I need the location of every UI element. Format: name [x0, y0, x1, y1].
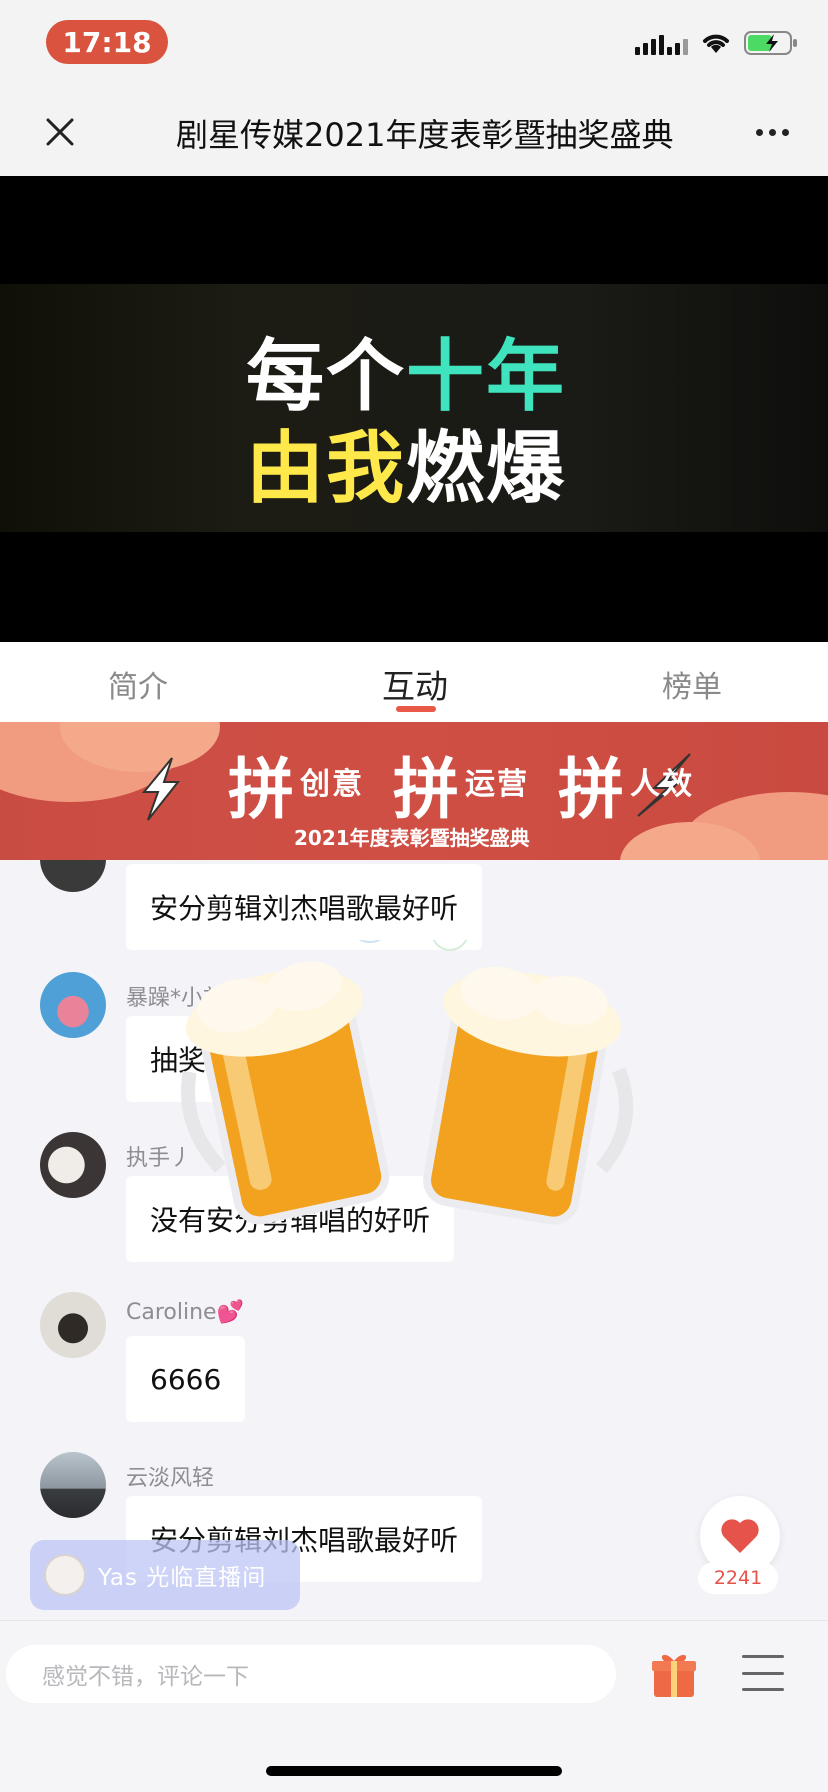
status-time: 17:18: [46, 20, 168, 64]
status-bar: 17:18: [0, 0, 828, 88]
chat-bubble: 6666: [126, 1336, 246, 1422]
tab-interaction[interactable]: 互动: [382, 660, 448, 708]
video-player[interactable]: 每个十年 由我燃爆: [0, 176, 828, 642]
close-icon[interactable]: [36, 108, 84, 156]
avatar[interactable]: [40, 972, 106, 1038]
chat-username: Caroline💕: [126, 1300, 244, 1325]
event-banner[interactable]: 拼创意 拼运营 拼人效 2021年度表彰暨抽奖盛典: [0, 722, 828, 860]
tab-active-indicator: [396, 706, 436, 712]
signal-icon: [635, 31, 688, 55]
welcome-text: Yas 光临直播间: [98, 1565, 267, 1591]
status-icons: [635, 30, 798, 56]
avatar[interactable]: [40, 1132, 106, 1198]
avatar[interactable]: [40, 1292, 106, 1358]
tab-intro[interactable]: 简介: [108, 662, 168, 706]
menu-icon[interactable]: [742, 1655, 784, 1691]
wifi-icon: [703, 34, 729, 53]
welcome-toast: Yas 光临直播间: [30, 1540, 300, 1610]
banner-slogan: 拼创意 拼运营 拼人效: [228, 751, 694, 828]
beer-cheers-animation: [180, 940, 634, 1225]
tab-bar: 简介 互动 榜单: [0, 642, 828, 722]
avatar: [44, 1554, 86, 1596]
live-stream-screen: 17:18 剧星传媒2021年度表彰暨抽奖盛典 每个十年 由我燃爆 简介 互动 …: [0, 0, 828, 1792]
heart-icon: [721, 1519, 759, 1553]
chat-bubble: 安分剪辑刘杰唱歌最好听: [126, 864, 483, 950]
home-indicator: [266, 1766, 562, 1776]
avatar[interactable]: [40, 860, 106, 892]
chat-username: 云淡风轻: [126, 1466, 215, 1491]
comment-input[interactable]: 感觉不错，评论一下: [6, 1645, 616, 1703]
banner-subtitle: 2021年度表彰暨抽奖盛典: [294, 826, 530, 850]
like-count: 2241: [698, 1562, 778, 1594]
gift-icon[interactable]: [650, 1649, 698, 1699]
nav-bar: 剧星传媒2021年度表彰暨抽奖盛典: [0, 88, 828, 176]
page-title: 剧星传媒2021年度表彰暨抽奖盛典: [176, 116, 674, 154]
more-icon[interactable]: [750, 110, 794, 154]
tab-ranking[interactable]: 榜单: [662, 662, 722, 706]
battery-icon: [744, 31, 797, 55]
lightning-icon: [141, 757, 181, 821]
avatar[interactable]: [40, 1452, 106, 1518]
video-caption-line2: 由我燃爆: [246, 424, 567, 514]
